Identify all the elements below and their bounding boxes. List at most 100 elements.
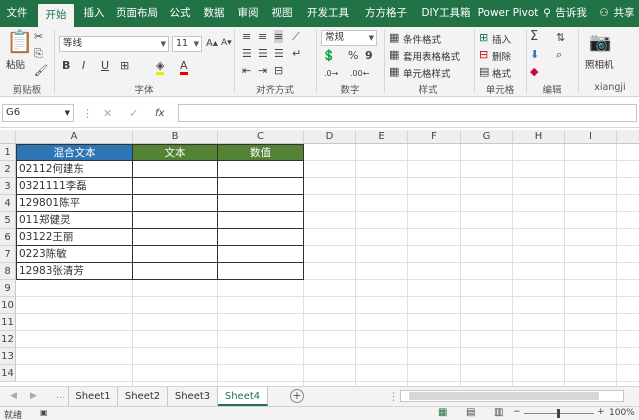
comma-style-button[interactable]: 9 [365, 49, 373, 62]
row-header[interactable]: 11 [0, 314, 16, 331]
font-name-combo[interactable]: 等线 ▼ [59, 36, 169, 52]
scroll-left-icon[interactable]: ◀ [10, 390, 17, 403]
formula-input[interactable] [178, 104, 637, 122]
tab-home[interactable]: 开始 [38, 4, 74, 27]
column-header-h[interactable]: H [513, 130, 565, 144]
column-header-c[interactable]: C [218, 130, 304, 144]
header-cell-mixed-text[interactable]: 混合文本 [16, 144, 133, 161]
sheet-tab-2[interactable]: Sheet2 [118, 387, 168, 406]
row-header[interactable]: 12 [0, 331, 16, 348]
cell-c3[interactable] [218, 178, 304, 195]
row-header[interactable]: 6 [0, 229, 16, 246]
page-layout-view-icon[interactable]: ▤ [466, 407, 475, 418]
column-header-partial[interactable] [617, 130, 639, 144]
format-painter-icon[interactable]: 🖌 [34, 64, 48, 77]
delete-cells-button[interactable]: 删除 [492, 49, 511, 63]
sheet-tab-3[interactable]: Sheet3 [168, 387, 218, 406]
orientation-icon[interactable]: ⟋ [292, 30, 300, 43]
select-all-corner[interactable] [0, 130, 16, 144]
column-header-i[interactable]: I [565, 130, 617, 144]
align-center-icon[interactable]: ☰ [258, 47, 268, 60]
row-header[interactable]: 13 [0, 348, 16, 365]
share-button[interactable]: 共享 [610, 0, 638, 27]
scroll-right-icon[interactable]: ▶ [30, 390, 37, 403]
number-format-combo[interactable]: 常规 ▼ [321, 30, 377, 46]
cell-style-icon[interactable]: ▦ [389, 65, 399, 78]
clear-icon[interactable]: ◆ [530, 65, 538, 78]
row-header[interactable]: 1 [0, 144, 16, 161]
autosum-icon[interactable]: Σ [530, 30, 538, 43]
cell-c7[interactable] [218, 246, 304, 263]
cancel-icon[interactable]: ✕ [103, 107, 112, 120]
cell-a8[interactable]: 12983张清芳 [16, 263, 133, 280]
cell-style-button[interactable]: 单元格样式 [403, 66, 451, 80]
camera-icon[interactable]: 📷 [589, 33, 611, 53]
horizontal-scrollbar[interactable] [400, 390, 624, 402]
camera-button[interactable]: 照相机 [585, 57, 614, 71]
row-header[interactable]: 14 [0, 365, 16, 382]
underline-button[interactable]: U [101, 59, 109, 72]
zoom-level[interactable]: 100% [609, 408, 635, 418]
column-header-f[interactable]: F [408, 130, 461, 144]
conditional-format-button[interactable]: 条件格式 [403, 32, 441, 46]
cell-b4[interactable] [133, 195, 218, 212]
add-sheet-icon[interactable]: + [290, 389, 304, 403]
cell-a7[interactable]: 0223陈敏 [16, 246, 133, 263]
row-header[interactable]: 5 [0, 212, 16, 229]
delete-cells-icon[interactable]: ⊟ [479, 48, 488, 61]
macro-record-icon[interactable]: ▣ [40, 408, 48, 417]
row-header[interactable]: 9 [0, 280, 16, 297]
wrap-text-icon[interactable]: ↵ [292, 47, 301, 60]
shrink-font-icon[interactable]: A▾ [221, 37, 232, 50]
fill-icon[interactable]: ⬇ [530, 48, 539, 61]
column-header-e[interactable]: E [356, 130, 408, 144]
row-header[interactable]: 8 [0, 263, 16, 280]
increase-decimal-icon[interactable]: .0→ [324, 67, 338, 80]
column-header-b[interactable]: B [133, 130, 218, 144]
paste-icon[interactable]: 📋 [6, 31, 33, 55]
header-cell-number[interactable]: 数值 [218, 144, 304, 161]
cell-b2[interactable] [133, 161, 218, 178]
align-middle-icon[interactable]: ≡ [258, 30, 267, 43]
table-format-button[interactable]: 套用表格格式 [403, 49, 460, 63]
cell-c6[interactable] [218, 229, 304, 246]
cell-a5[interactable]: 011郑健灵 [16, 212, 133, 229]
header-cell-text[interactable]: 文本 [133, 144, 218, 161]
cell-b7[interactable] [133, 246, 218, 263]
row-header[interactable]: 4 [0, 195, 16, 212]
tab-fangfang[interactable]: 方方格子 [358, 0, 414, 27]
italic-button[interactable]: I [82, 59, 85, 72]
cell-c5[interactable] [218, 212, 304, 229]
row-header[interactable]: 7 [0, 246, 16, 263]
border-icon[interactable]: ⊞ [120, 59, 129, 72]
increase-indent-icon[interactable]: ⇥ [258, 64, 267, 77]
more-sheets-icon[interactable]: … [56, 390, 65, 403]
cell-c8[interactable] [218, 263, 304, 280]
font-color-icon[interactable]: A [180, 59, 188, 75]
tab-diy-toolbox[interactable]: DIY工具箱 [416, 0, 476, 27]
format-cells-icon[interactable]: ▤ [479, 65, 489, 78]
cell-b8[interactable] [133, 263, 218, 280]
tab-insert[interactable]: 插入 [78, 0, 110, 27]
tab-view[interactable]: 视图 [266, 0, 298, 27]
tab-page-layout[interactable]: 页面布局 [112, 0, 162, 27]
sort-filter-icon[interactable]: ⇅ [556, 31, 565, 44]
cut-icon[interactable]: ✂ [34, 30, 43, 43]
cell-b6[interactable] [133, 229, 218, 246]
scrollbar-thumb[interactable] [409, 392, 599, 400]
percent-button[interactable]: % [348, 49, 358, 62]
decrease-decimal-icon[interactable]: .00← [350, 67, 369, 80]
tab-data[interactable]: 数据 [198, 0, 230, 27]
align-right-icon[interactable]: ☰ [274, 47, 284, 60]
bold-button[interactable]: B [62, 59, 70, 72]
tab-power-pivot[interactable]: Power Pivot [476, 0, 540, 27]
column-header-a[interactable]: A [16, 130, 133, 144]
cell-a3[interactable]: 0321111李磊 [16, 178, 133, 195]
row-header[interactable]: 2 [0, 161, 16, 178]
zoom-slider-thumb[interactable] [557, 409, 560, 418]
cell-b3[interactable] [133, 178, 218, 195]
format-cells-button[interactable]: 格式 [492, 66, 511, 80]
row-header[interactable]: 10 [0, 297, 16, 314]
tell-me-search[interactable]: 告诉我 [554, 0, 588, 27]
tab-file[interactable]: 文件 [0, 0, 34, 27]
